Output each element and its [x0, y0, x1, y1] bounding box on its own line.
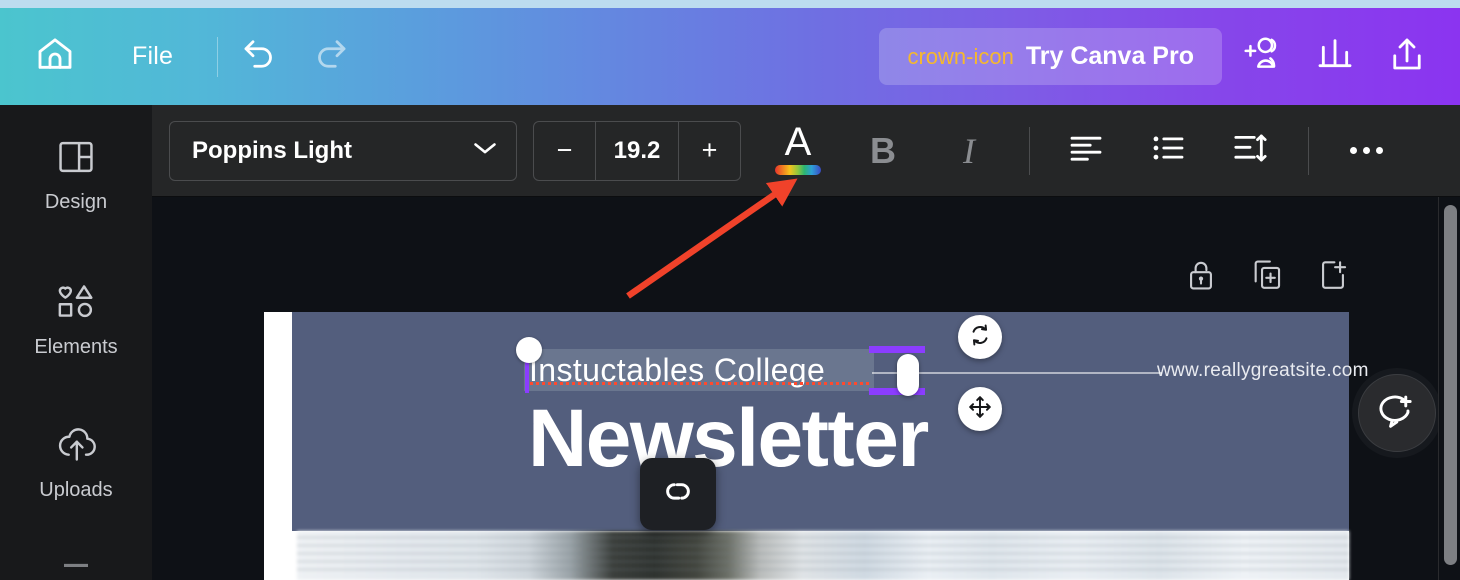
- sidebar-item-elements-label: Elements: [34, 336, 118, 358]
- upload-share-icon: [1386, 33, 1428, 80]
- canvas-workspace[interactable]: www.reallygreatsite.com Newsletter Instu…: [152, 197, 1460, 580]
- align-left-icon: [1069, 134, 1103, 167]
- rotate-handle[interactable]: [958, 315, 1002, 359]
- font-size-value: 19.2: [613, 136, 661, 164]
- headline-text[interactable]: Newsletter: [528, 398, 929, 480]
- browser-top-strip: [0, 0, 1460, 8]
- toolbar-divider-2: [1308, 126, 1309, 175]
- spellcheck-underline: [530, 382, 872, 385]
- vertical-scrollbar-track[interactable]: [1438, 197, 1460, 580]
- duplicate-page-button[interactable]: [1245, 255, 1289, 299]
- undo-arrow-icon: [239, 33, 281, 80]
- link-badge[interactable]: [640, 458, 716, 530]
- move-handle[interactable]: [958, 387, 1002, 431]
- file-menu-button[interactable]: File: [114, 34, 191, 79]
- home-button[interactable]: [26, 28, 84, 86]
- design-page[interactable]: www.reallygreatsite.com Newsletter Instu…: [264, 312, 1368, 580]
- header-divider: [217, 36, 219, 77]
- redo-arrow-icon: [309, 33, 351, 80]
- website-url-text[interactable]: www.reallygreatsite.com: [1157, 360, 1369, 382]
- move-handle-icon: [967, 394, 993, 425]
- resize-handle-corner[interactable]: [516, 337, 542, 363]
- bulleted-list-icon: [1151, 134, 1185, 167]
- resize-handle-side[interactable]: [897, 354, 919, 396]
- bold-button[interactable]: B: [855, 120, 911, 182]
- more-options-icon: [1375, 147, 1383, 154]
- bold-label: B: [870, 129, 896, 171]
- cloud-upload-icon: [55, 428, 97, 467]
- chevron-down-icon: [472, 140, 498, 161]
- add-collaborator-button[interactable]: [1232, 26, 1294, 88]
- sidebar-item-elements[interactable]: Elements: [0, 249, 152, 393]
- add-comment-icon: [1378, 393, 1416, 434]
- font-size-increase-label: +: [701, 135, 718, 165]
- header-left-group: File: [0, 8, 358, 105]
- add-collaborator-icon: [1241, 32, 1285, 81]
- try-canva-pro-label: Try Canva Pro: [1025, 42, 1194, 70]
- sidebar-item-more[interactable]: [0, 537, 152, 580]
- sidebar-item-design-label: Design: [44, 191, 108, 213]
- text-color-glyph: A: [784, 119, 812, 164]
- font-size-increase-button[interactable]: +: [679, 122, 740, 180]
- sidebar-item-uploads-label: Uploads: [39, 479, 113, 501]
- font-size-input[interactable]: 19.2: [595, 121, 679, 180]
- left-sidebar: Design Elements Uploads: [0, 105, 152, 580]
- text-color-button[interactable]: A: [771, 120, 825, 182]
- share-export-button[interactable]: [1376, 26, 1438, 88]
- partial-icon: [57, 537, 95, 572]
- font-family-label: Poppins Light: [192, 136, 352, 164]
- bar-chart-icon: [1315, 34, 1355, 79]
- font-family-select[interactable]: Poppins Light: [169, 120, 517, 181]
- insights-button[interactable]: [1304, 26, 1366, 88]
- canva-editor-window: File crown-icon Try Canva Pro Design Ele…: [0, 0, 1460, 580]
- header-right-group: crown-icon Try Canva Pro: [879, 8, 1460, 105]
- app-header: File crown-icon Try Canva Pro: [0, 8, 1460, 105]
- shapes-icon: [55, 283, 97, 324]
- layout-template-icon: [57, 140, 95, 179]
- sidebar-item-uploads[interactable]: Uploads: [0, 393, 152, 537]
- home-icon: [35, 34, 75, 79]
- text-align-button[interactable]: [1060, 122, 1112, 180]
- selection-bar-top: [869, 346, 925, 353]
- undo-button[interactable]: [232, 29, 288, 85]
- link-icon: [659, 475, 697, 514]
- add-page-icon: [1318, 258, 1348, 297]
- bulleted-list-button[interactable]: [1142, 122, 1194, 180]
- sidebar-item-design[interactable]: Design: [0, 105, 152, 249]
- crown-icon: crown-icon: [907, 43, 1014, 69]
- more-options-icon: [1362, 147, 1370, 154]
- toolbar-divider-1: [1029, 126, 1030, 175]
- add-comment-button[interactable]: [1358, 374, 1436, 452]
- text-toolbar: Poppins Light − 19.2 + A B I: [152, 105, 1460, 197]
- duplicate-page-icon: [1251, 258, 1283, 297]
- more-options-button[interactable]: [1339, 124, 1393, 178]
- more-options-icon: [1349, 147, 1357, 154]
- line-spacing-icon: [1233, 133, 1267, 168]
- page-tools-group: [1179, 255, 1355, 299]
- line-spacing-button[interactable]: [1224, 122, 1276, 180]
- add-page-button[interactable]: [1311, 255, 1355, 299]
- rotate-handle-icon: [967, 322, 993, 353]
- font-size-decrease-button[interactable]: −: [534, 122, 595, 180]
- text-color-icon: [775, 164, 821, 175]
- italic-button[interactable]: I: [941, 120, 997, 182]
- font-size-stepper: − 19.2 +: [533, 120, 741, 181]
- redo-button[interactable]: [302, 29, 358, 85]
- try-canva-pro-button[interactable]: crown-icon Try Canva Pro: [879, 28, 1222, 85]
- office-photo[interactable]: [297, 531, 1349, 580]
- italic-label: I: [963, 130, 975, 171]
- font-size-decrease-label: −: [556, 135, 573, 165]
- lock-icon: [1186, 258, 1216, 297]
- vertical-scrollbar-thumb[interactable]: [1444, 205, 1457, 565]
- file-menu-label: File: [132, 42, 174, 70]
- lock-page-button[interactable]: [1179, 255, 1223, 299]
